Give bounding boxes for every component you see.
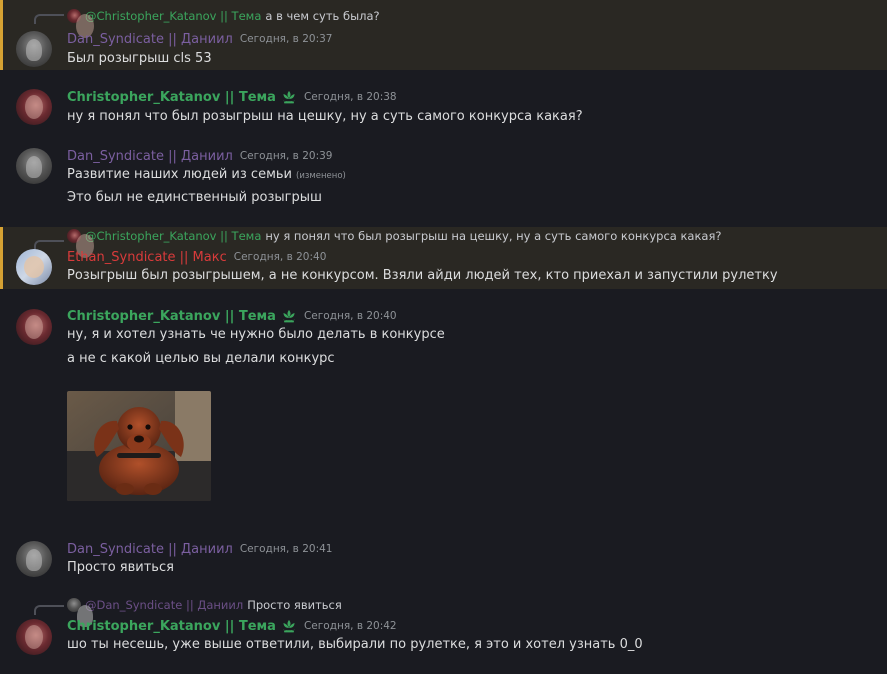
author-name[interactable]: Dan_Syndicate || Даниил xyxy=(67,32,233,47)
avatar[interactable] xyxy=(16,249,52,285)
dachshund-photo[interactable] xyxy=(67,391,211,501)
message-text: Розыгрыш был розыгрышем, а не конкурсом.… xyxy=(67,268,778,283)
reply-preview[interactable]: @Dan_Syndicate || Даниил Просто явиться xyxy=(67,597,342,613)
lotus-badge-icon xyxy=(281,308,297,324)
reply-connector xyxy=(34,605,64,615)
message-text: Просто явиться xyxy=(67,560,174,575)
message-4: @Christopher_Katanov || Тема ну я понял … xyxy=(0,227,887,289)
message-2: Christopher_Katanov || Тема Сегодня, в 2… xyxy=(0,80,887,130)
timestamp: Сегодня, в 20:40 xyxy=(303,310,397,322)
avatar[interactable] xyxy=(16,148,52,184)
message-text-content: Развитие наших людей из семьи xyxy=(67,167,292,182)
author-name[interactable]: Christopher_Katanov || Тема xyxy=(67,90,276,105)
timestamp: Сегодня, в 20:38 xyxy=(303,91,397,103)
lotus-badge-icon xyxy=(281,618,297,634)
message-text: Был розыгрыш cls 53 xyxy=(67,51,212,66)
reply-connector xyxy=(34,14,64,24)
reply-text: ну я понял что был розыгрыш на цешку, ну… xyxy=(265,229,722,243)
edited-label: (изменено) xyxy=(296,171,346,181)
timestamp: Сегодня, в 20:37 xyxy=(239,33,333,45)
avatar[interactable] xyxy=(16,89,52,125)
author-name[interactable]: Dan_Syndicate || Даниил xyxy=(67,542,233,557)
reply-avatar xyxy=(67,229,81,243)
message-header: Christopher_Katanov || Тема Сегодня, в 2… xyxy=(67,88,397,106)
message-header: Christopher_Katanov || Тема Сегодня, в 2… xyxy=(67,307,397,325)
message-text: шо ты несешь, уже выше ответили, выбирал… xyxy=(67,637,643,652)
dachshund-image xyxy=(67,391,211,501)
avatar[interactable] xyxy=(16,619,52,655)
author-name[interactable]: Ethan_Syndicate || Макс xyxy=(67,250,227,265)
reply-text: Просто явиться xyxy=(247,598,342,612)
message-text: Это был не единственный розыгрыш xyxy=(67,190,322,205)
reply-connector xyxy=(34,240,64,250)
message-3: Dan_Syndicate || Даниил Сегодня, в 20:39… xyxy=(0,138,887,218)
message-text: ну, я и хотел узнать че нужно было делат… xyxy=(67,327,445,342)
message-header: Dan_Syndicate || Даниил Сегодня, в 20:37 xyxy=(67,30,332,48)
message-header: Dan_Syndicate || Даниил Сегодня, в 20:41 xyxy=(67,540,332,558)
reply-author[interactable]: @Dan_Syndicate || Даниил xyxy=(85,598,243,612)
author-name[interactable]: Christopher_Katanov || Тема xyxy=(67,309,276,324)
avatar[interactable] xyxy=(16,31,52,67)
reply-avatar xyxy=(67,598,81,612)
reply-author[interactable]: @Christopher_Katanov || Тема xyxy=(85,9,261,23)
reply-preview[interactable]: @Christopher_Katanov || Тема ну я понял … xyxy=(67,228,721,244)
lotus-badge-icon xyxy=(281,89,297,105)
avatar[interactable] xyxy=(16,309,52,345)
reply-author[interactable]: @Christopher_Katanov || Тема xyxy=(85,229,261,243)
message-text: Развитие наших людей из семьи (изменено) xyxy=(67,166,346,184)
avatar[interactable] xyxy=(16,541,52,577)
timestamp: Сегодня, в 20:42 xyxy=(303,620,397,632)
timestamp: Сегодня, в 20:39 xyxy=(239,150,333,162)
message-header: Dan_Syndicate || Даниил Сегодня, в 20:39 xyxy=(67,147,332,165)
message-text: а не с какой целью вы делали конкурс xyxy=(67,351,335,366)
author-name[interactable]: Dan_Syndicate || Даниил xyxy=(67,149,233,164)
timestamp: Сегодня, в 20:41 xyxy=(239,543,333,555)
message-header: Ethan_Syndicate || Макс Сегодня, в 20:40 xyxy=(67,248,326,266)
reply-preview[interactable]: @Christopher_Katanov || Тема а в чем сут… xyxy=(67,8,380,24)
reply-avatar xyxy=(67,9,81,23)
timestamp: Сегодня, в 20:40 xyxy=(233,251,327,263)
message-header: Christopher_Katanov || Тема Сегодня, в 2… xyxy=(67,617,397,635)
author-name[interactable]: Christopher_Katanov || Тема xyxy=(67,619,276,634)
reply-text: а в чем суть была? xyxy=(265,9,380,23)
message-7: @Dan_Syndicate || Даниил Просто явиться … xyxy=(0,591,887,674)
message-1: @Christopher_Katanov || Тема а в чем сут… xyxy=(0,0,887,70)
message-6: Dan_Syndicate || Даниил Сегодня, в 20:41… xyxy=(0,531,887,586)
message-text: ну я понял что был розыгрыш на цешку, ну… xyxy=(67,109,583,124)
